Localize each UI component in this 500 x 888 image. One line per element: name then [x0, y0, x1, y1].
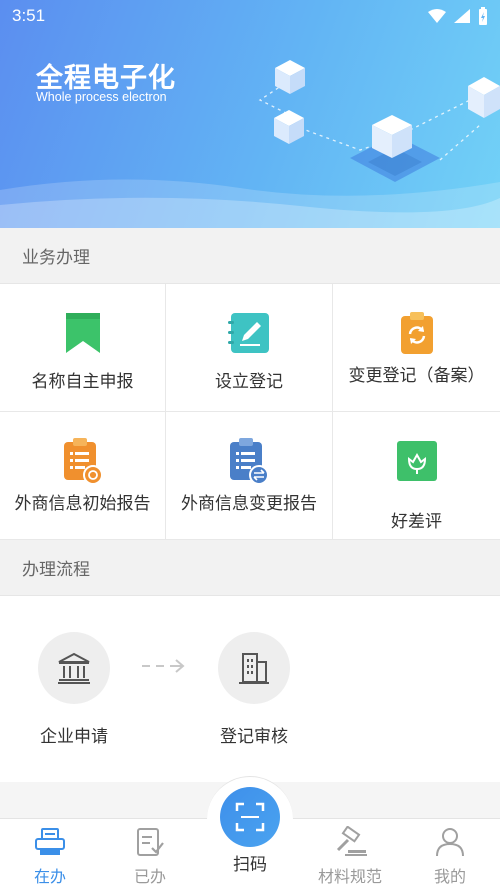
- banner-subtitle: Whole process electron: [36, 90, 167, 104]
- section-header-process: 办理流程: [0, 540, 500, 596]
- signal-icon: [454, 9, 470, 23]
- grid-item-change-registration[interactable]: 变更登记（备案）: [333, 284, 500, 412]
- thumbs-flower-icon: [394, 436, 440, 486]
- wifi-icon: [428, 9, 446, 23]
- section-header-business: 业务办理: [0, 228, 500, 284]
- grid-item-label: 名称自主申报: [31, 372, 134, 392]
- business-grid: 名称自主申报 设立登记 变更登记（备案） 外商信息初始报告 外商信息变更报告 好…: [0, 284, 500, 540]
- process-step-apply: 企业申请: [14, 632, 134, 747]
- banner: 全程电子化 Whole process electron: [0, 0, 500, 228]
- grid-item-good-bad-review[interactable]: 好差评: [333, 412, 500, 540]
- grid-item-label: 外商信息变更报告: [181, 494, 317, 514]
- bookmark-icon: [60, 308, 106, 358]
- nav-item-material-standards[interactable]: 材料规范: [310, 825, 390, 887]
- process-step-label: 企业申请: [40, 727, 108, 747]
- process-flow: 企业申请 登记审核: [0, 596, 500, 782]
- grid-item-foreign-change-report[interactable]: 外商信息变更报告: [166, 412, 333, 540]
- gavel-icon: [332, 825, 368, 859]
- grid-item-foreign-initial-report[interactable]: 外商信息初始报告: [0, 412, 166, 540]
- printer-tray-icon: [33, 825, 67, 859]
- clipboard-exchange-icon: [226, 436, 272, 486]
- scan-label: 扫码: [233, 855, 267, 875]
- grid-item-name-declaration[interactable]: 名称自主申报: [0, 284, 166, 412]
- user-icon: [435, 825, 465, 859]
- section-title: 办理流程: [22, 560, 90, 580]
- arrow-right-icon: [142, 659, 185, 673]
- office-building-icon: [218, 632, 290, 704]
- bank-building-icon: [38, 632, 110, 704]
- scan-button[interactable]: [220, 787, 280, 847]
- grid-item-label: 好差评: [391, 512, 442, 532]
- nav-item-mine[interactable]: 我的: [410, 825, 490, 887]
- grid-item-establish-registration[interactable]: 设立登记: [166, 284, 333, 412]
- grid-item-label: 设立登记: [215, 372, 283, 392]
- scan-icon: [235, 802, 265, 832]
- grid-item-label: 变更登记（备案）: [348, 366, 485, 386]
- status-bar: 3:51: [0, 0, 500, 32]
- nav-item-in-progress[interactable]: 在办: [10, 825, 90, 887]
- battery-icon: [479, 7, 487, 25]
- checklist-icon: [135, 825, 165, 859]
- process-step-review: 登记审核: [194, 632, 314, 747]
- process-step-label: 登记审核: [220, 727, 288, 747]
- nav-label: 在办: [33, 867, 66, 886]
- grid-item-label: 外商信息初始报告: [14, 494, 151, 514]
- clipboard-clock-icon: [60, 436, 106, 486]
- nav-label: 材料规范: [317, 867, 382, 886]
- section-title: 业务办理: [22, 248, 90, 268]
- nav-item-done[interactable]: 已办: [110, 825, 190, 887]
- edit-notebook-icon: [226, 308, 272, 358]
- nav-label: 已办: [133, 867, 166, 886]
- status-time: 3:51: [12, 6, 46, 25]
- banner-illustration: [0, 60, 500, 228]
- clipboard-refresh-icon: [394, 308, 440, 358]
- nav-label: 我的: [433, 867, 466, 886]
